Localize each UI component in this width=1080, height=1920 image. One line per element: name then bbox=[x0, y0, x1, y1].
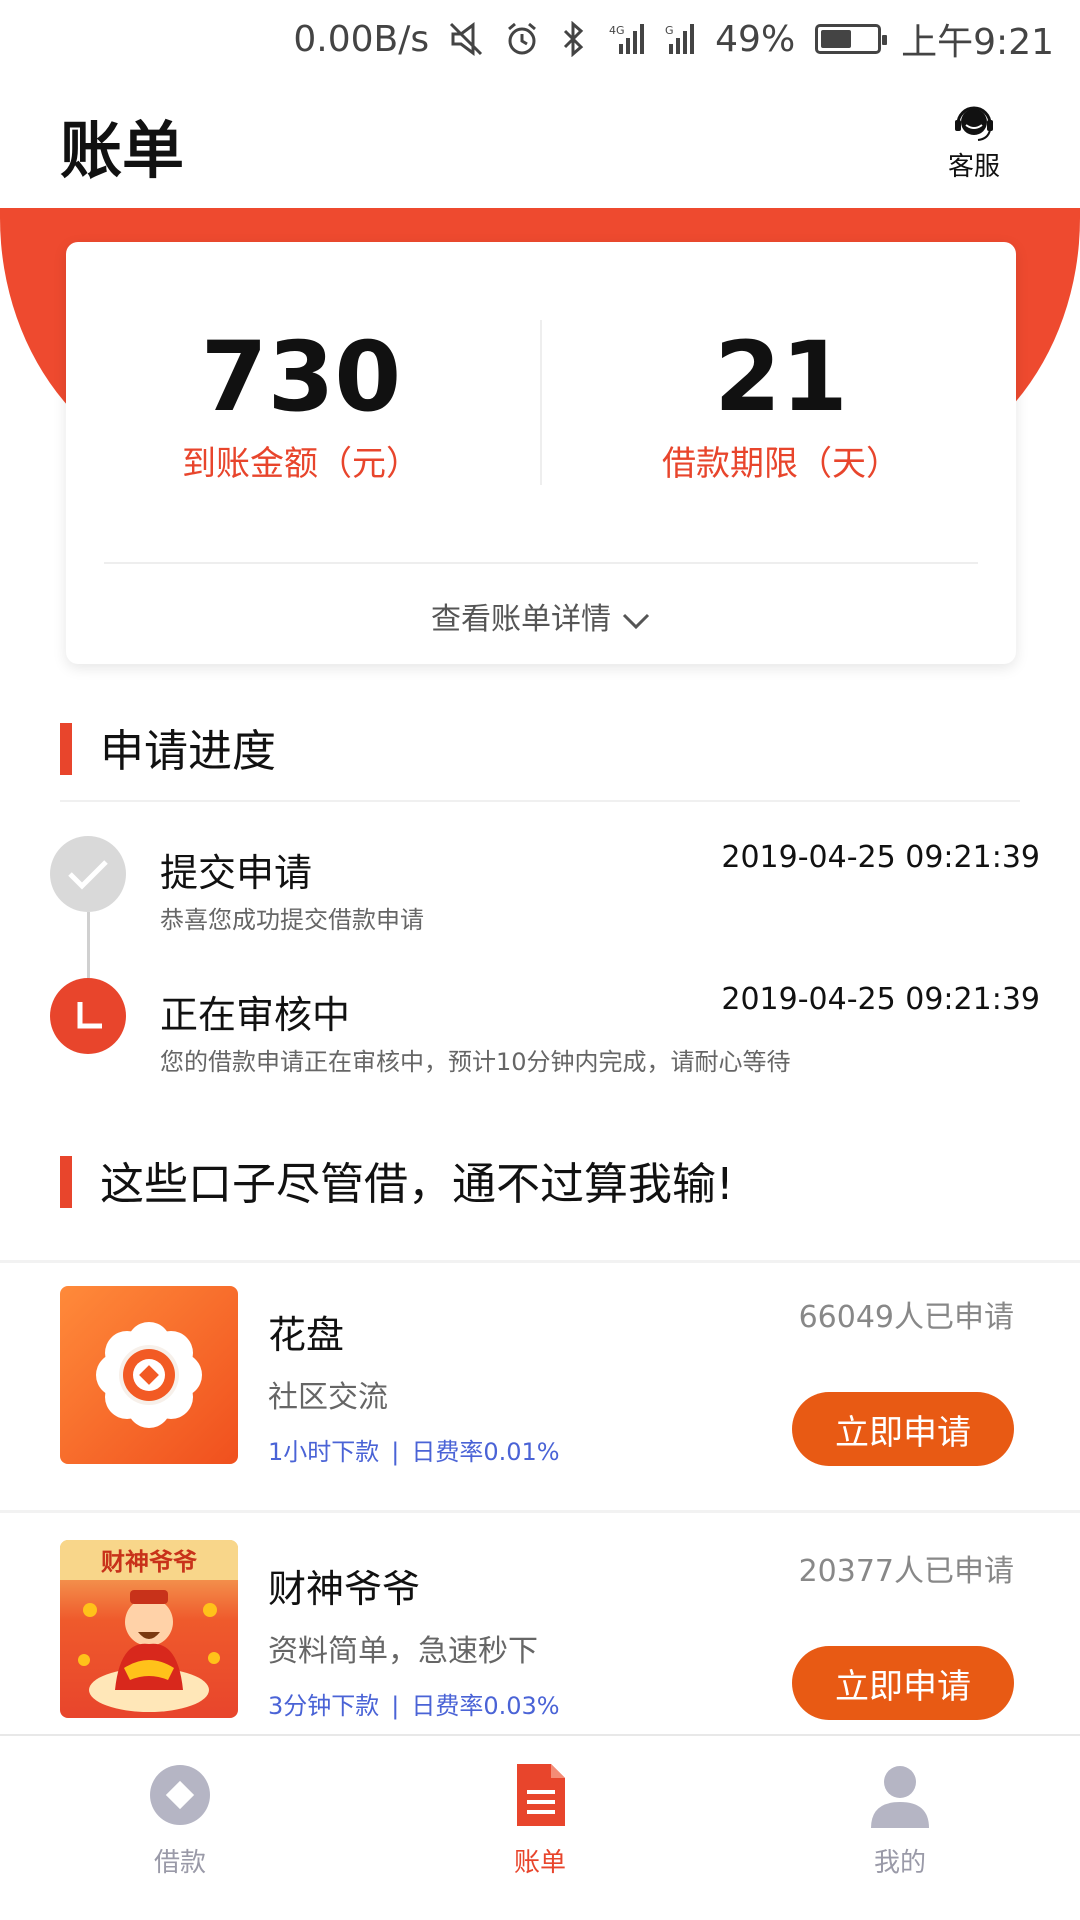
step-time: 2019-04-25 09:21:39 bbox=[721, 982, 1040, 1017]
applicant-count: 20377人已申请 bbox=[798, 1554, 1014, 1589]
bill-icon bbox=[517, 1764, 565, 1826]
stat-divider bbox=[540, 320, 542, 485]
mute-icon bbox=[449, 22, 485, 56]
term-label: 借款期限（天） bbox=[662, 444, 900, 484]
loan-product-card[interactable]: 花盘 社区交流 1小时下款 | 日费率0.01% 66049人已申请 立即申请 bbox=[0, 1286, 1080, 1506]
progress-step-reviewing: 正在审核中 您的借款申请正在审核中，预计10分钟内完成，请耐心等待 2019-0… bbox=[50, 978, 1040, 1098]
user-icon bbox=[871, 1766, 929, 1828]
amount-value: 730 bbox=[200, 321, 402, 433]
step-title: 提交申请 bbox=[160, 851, 313, 895]
product-features: 3分钟下款 | 日费率0.03% bbox=[268, 1686, 560, 1721]
feature-separator: | bbox=[391, 1692, 400, 1720]
app-header: 账单 客服 bbox=[0, 78, 1080, 208]
section-accent-bar bbox=[60, 723, 72, 775]
clock-icon bbox=[50, 978, 126, 1054]
apply-now-button[interactable]: 立即申请 bbox=[792, 1646, 1014, 1720]
signal-icon: G bbox=[665, 22, 695, 56]
product-tagline: 社区交流 bbox=[268, 1380, 388, 1415]
clock: 上午9:21 bbox=[901, 22, 1054, 63]
feature-speed: 1小时下款 bbox=[268, 1438, 380, 1466]
nav-item-mine[interactable]: 我的 bbox=[800, 1758, 1000, 1879]
customer-service-label: 客服 bbox=[947, 152, 1000, 182]
diamond-icon bbox=[150, 1765, 210, 1825]
loan-product-card[interactable]: 财神爷爷 财神爷爷 资料简单，急速秒下 3分钟下款 | 日费率0.03% 20377… bbox=[0, 1540, 1080, 1760]
progress-step-submitted: 提交申请 恭喜您成功提交借款申请 2019-04-25 09:21:39 bbox=[50, 836, 1040, 956]
flower-logo-icon bbox=[60, 1286, 238, 1464]
recommend-section-label: 这些口子尽管借，通不过算我输! bbox=[100, 1159, 734, 1210]
progress-section-title: 申请进度 bbox=[60, 715, 276, 779]
view-bill-details-button[interactable]: 查看账单详情 bbox=[66, 594, 1016, 638]
view-bill-details-label: 查看账单详情 bbox=[431, 602, 611, 637]
step-description: 恭喜您成功提交借款申请 bbox=[160, 906, 424, 934]
product-name: 花盘 bbox=[268, 1313, 345, 1357]
nav-label: 借款 bbox=[153, 1848, 206, 1878]
feature-rate: 日费率0.03% bbox=[411, 1692, 560, 1720]
apply-now-button[interactable]: 立即申请 bbox=[792, 1392, 1014, 1466]
page: 0.00B/s 4G G 49% 上午9:21 账单 客服 730 到账金额（元… bbox=[0, 0, 1080, 1920]
amount-label: 到账金额（元） bbox=[182, 444, 420, 484]
nav-label: 账单 bbox=[513, 1848, 566, 1878]
product-tagline: 资料简单，急速秒下 bbox=[268, 1634, 538, 1669]
section-divider bbox=[0, 1260, 1080, 1263]
feature-speed: 3分钟下款 bbox=[268, 1692, 380, 1720]
god-of-wealth-logo-icon: 财神爷爷 bbox=[60, 1540, 238, 1718]
section-accent-bar bbox=[60, 1156, 72, 1208]
customer-service-button[interactable]: 客服 bbox=[934, 100, 1014, 183]
term-value: 21 bbox=[714, 321, 848, 433]
product-features: 1小时下款 | 日费率0.01% bbox=[268, 1432, 560, 1467]
battery-percent: 49% bbox=[715, 18, 796, 60]
recommend-section-title: 这些口子尽管借，通不过算我输! bbox=[60, 1148, 734, 1212]
amount-stat: 730 到账金额（元） bbox=[66, 322, 536, 485]
nav-item-bill[interactable]: 账单 bbox=[440, 1758, 640, 1879]
alarm-icon bbox=[505, 22, 539, 56]
card-divider bbox=[104, 562, 978, 564]
applicant-count: 66049人已申请 bbox=[798, 1300, 1014, 1335]
svg-text:4G: 4G bbox=[609, 24, 625, 37]
section-divider bbox=[60, 800, 1020, 802]
status-bar: 0.00B/s 4G G 49% 上午9:21 bbox=[0, 0, 1080, 78]
check-icon bbox=[50, 836, 126, 912]
net-speed: 0.00B/s bbox=[293, 18, 430, 60]
nav-item-loan[interactable]: 借款 bbox=[80, 1758, 280, 1879]
headset-icon bbox=[955, 106, 993, 141]
battery-icon bbox=[815, 24, 888, 54]
bottom-nav: 借款 账单 我的 bbox=[0, 1734, 1080, 1920]
logo-text: 财神爷爷 bbox=[101, 1548, 198, 1576]
step-title: 正在审核中 bbox=[160, 993, 351, 1037]
chevron-down-icon bbox=[622, 613, 650, 629]
term-stat: 21 借款期限（天） bbox=[546, 322, 1016, 485]
step-time: 2019-04-25 09:21:39 bbox=[721, 840, 1040, 875]
bluetooth-icon bbox=[559, 21, 589, 57]
svg-text:G: G bbox=[665, 24, 674, 37]
loan-summary-card: 730 到账金额（元） 21 借款期限（天） 查看账单详情 bbox=[66, 242, 1016, 664]
nav-label: 我的 bbox=[873, 1848, 926, 1878]
page-title: 账单 bbox=[60, 114, 185, 187]
product-name: 财神爷爷 bbox=[268, 1567, 421, 1611]
product-divider bbox=[0, 1510, 1080, 1513]
progress-section-label: 申请进度 bbox=[100, 726, 276, 777]
signal-4g-icon: 4G bbox=[609, 22, 645, 56]
feature-rate: 日费率0.01% bbox=[411, 1438, 560, 1466]
step-description: 您的借款申请正在审核中，预计10分钟内完成，请耐心等待 bbox=[160, 1048, 791, 1076]
feature-separator: | bbox=[391, 1438, 400, 1466]
